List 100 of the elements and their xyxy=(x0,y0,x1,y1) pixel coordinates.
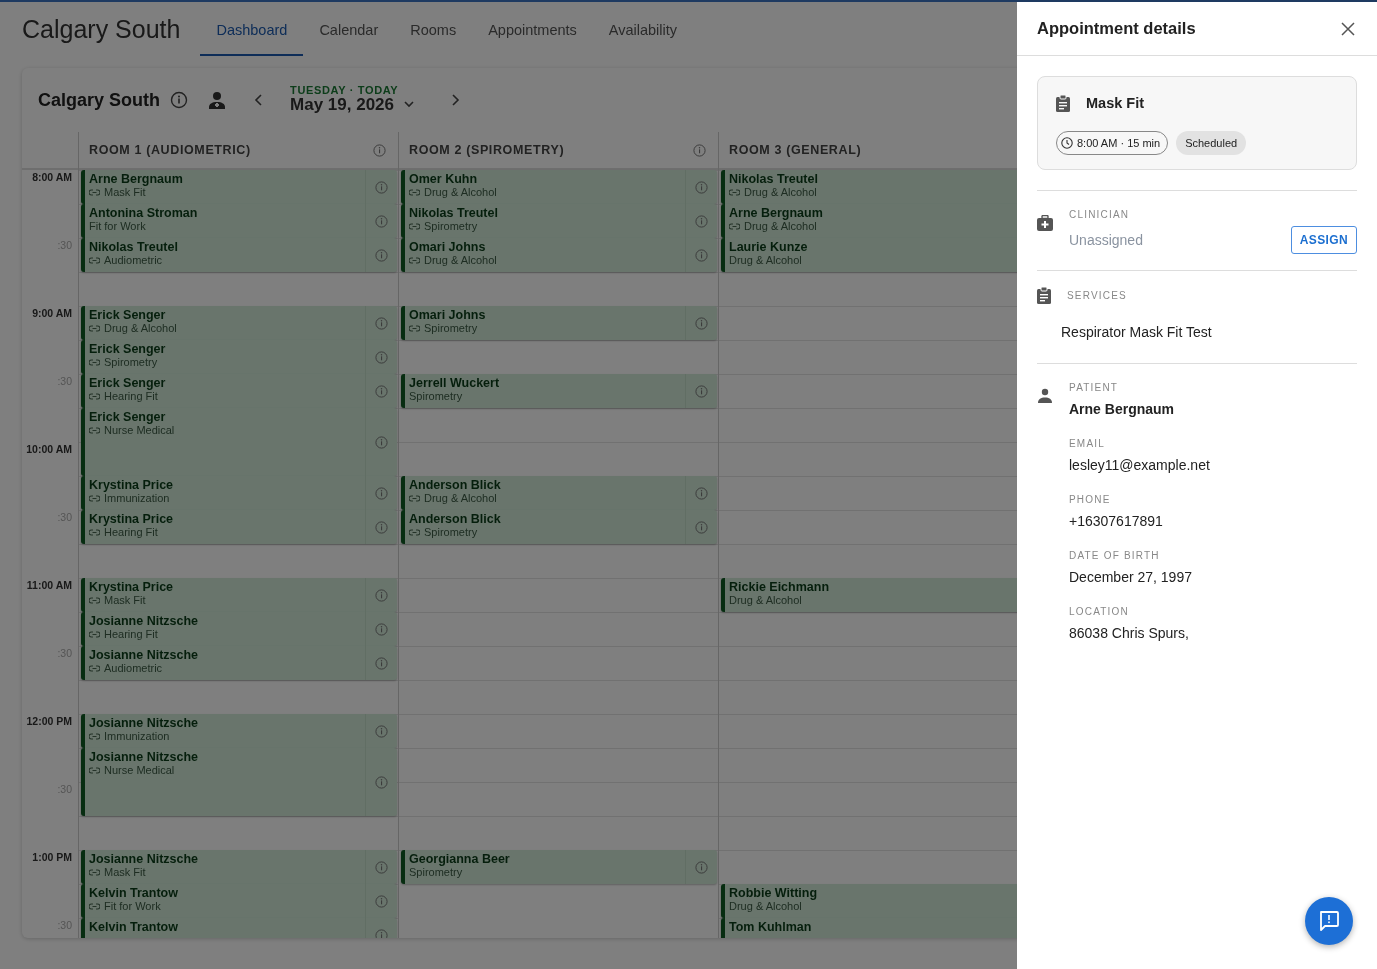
info-icon[interactable] xyxy=(691,141,708,159)
room-header: ROOM 2 (SPIROMETRY) xyxy=(409,141,565,159)
patient-name: Omari Johns xyxy=(409,307,487,322)
appointment-card[interactable]: Omari Johns Drug & Alcohol xyxy=(401,238,717,272)
patient-name: Erick Senger xyxy=(89,375,167,390)
info-icon[interactable] xyxy=(375,860,388,874)
appointment-card[interactable]: Erick Senger Drug & Alcohol xyxy=(81,306,397,340)
info-icon[interactable] xyxy=(695,520,708,534)
patient-name: Arne Bergnaum xyxy=(729,205,824,220)
service-name: Spirometry xyxy=(424,322,478,335)
service-title: Mask Fit xyxy=(1086,94,1144,113)
info-icon[interactable] xyxy=(695,214,708,228)
service-name: Fit for Work xyxy=(89,220,146,233)
info-icon[interactable] xyxy=(375,656,388,670)
field-label: DATE OF BIRTH xyxy=(1069,549,1161,564)
info-icon[interactable] xyxy=(375,588,388,602)
info-icon[interactable] xyxy=(375,248,388,262)
appointment-card[interactable]: Krystina Price Immunization xyxy=(81,476,397,510)
link-icon xyxy=(409,189,420,196)
info-icon[interactable] xyxy=(375,316,388,330)
appointment-card[interactable]: Georgianna Beer Spirometry xyxy=(401,850,717,884)
appointment-card[interactable]: Erick Senger Nurse Medical xyxy=(81,408,397,476)
info-icon[interactable] xyxy=(375,486,388,500)
link-icon xyxy=(89,257,100,264)
link-icon xyxy=(89,665,100,672)
appointment-card[interactable]: Arne Bergnaum Mask Fit xyxy=(81,170,397,204)
service-name: Immunization xyxy=(104,492,170,505)
info-icon[interactable] xyxy=(371,141,388,159)
room-header: ROOM 3 (GENERAL) xyxy=(729,141,862,159)
info-icon[interactable] xyxy=(695,248,708,262)
appointment-card[interactable]: Erick Senger Spirometry xyxy=(81,340,397,374)
appointment-card[interactable]: Omari Johns Spirometry xyxy=(401,306,717,340)
appointment-card[interactable]: Antonina Stroman Fit for Work xyxy=(81,204,397,238)
dropdown-icon[interactable] xyxy=(402,98,417,110)
panel-title: Appointment details xyxy=(1037,18,1196,40)
info-icon[interactable] xyxy=(695,486,708,500)
appointment-card[interactable]: Erick Senger Hearing Fit xyxy=(81,374,397,408)
appointment-card[interactable]: Krystina Price Mask Fit xyxy=(81,578,397,612)
appointment-card[interactable]: Nikolas Treutel Spirometry xyxy=(401,204,717,238)
appointment-card[interactable]: Kelvin Trantow xyxy=(81,918,397,938)
info-icon[interactable] xyxy=(375,350,388,364)
close-button[interactable] xyxy=(1339,19,1357,38)
info-icon[interactable] xyxy=(375,928,388,938)
info-icon[interactable] xyxy=(695,316,708,330)
info-icon[interactable] xyxy=(695,860,708,874)
nav-tab[interactable]: Appointments xyxy=(472,10,593,56)
time-label: 10:00 AM xyxy=(26,443,72,455)
info-icon[interactable] xyxy=(375,435,388,449)
field-label: PHONE xyxy=(1069,493,1112,508)
patient-name: Josianne Nitzsche xyxy=(89,851,200,866)
appointment-card[interactable]: Josianne Nitzsche Hearing Fit xyxy=(81,612,397,646)
info-icon[interactable] xyxy=(375,724,388,738)
link-icon xyxy=(89,631,100,638)
assign-button[interactable]: ASSIGN xyxy=(1290,226,1357,255)
patient-name: Krystina Price xyxy=(89,511,175,526)
time-label: 1:00 PM xyxy=(32,851,72,863)
service-name: Drug & Alcohol xyxy=(729,900,802,913)
info-icon[interactable] xyxy=(375,384,388,398)
nav-tab[interactable]: Availability xyxy=(592,10,694,56)
patient-name: Jerrell Wuckert xyxy=(409,375,501,390)
appointment-card[interactable]: Nikolas Treutel Audiometric xyxy=(81,238,397,272)
clipboard-icon xyxy=(1056,95,1070,113)
clinician-value: Unassigned xyxy=(1069,230,1143,250)
nav-tab[interactable]: Rooms xyxy=(394,10,473,56)
field-value: 86038 Chris Spurs, xyxy=(1069,624,1190,644)
service-name: Drug & Alcohol xyxy=(424,492,497,505)
info-icon[interactable] xyxy=(375,180,388,194)
appointment-card[interactable]: Krystina Price Hearing Fit xyxy=(81,510,397,544)
appointment-card[interactable]: Josianne Nitzsche Nurse Medical xyxy=(81,748,397,816)
service-name: Drug & Alcohol xyxy=(104,322,177,335)
appointment-card[interactable]: Anderson Blick Spirometry xyxy=(401,510,717,544)
info-icon[interactable] xyxy=(375,520,388,534)
patient-name: Tom Kuhlman xyxy=(729,919,813,934)
info-icon[interactable] xyxy=(695,180,708,194)
patient-name: Erick Senger xyxy=(89,409,167,424)
appointment-card[interactable]: Anderson Blick Drug & Alcohol xyxy=(401,476,717,510)
info-icon[interactable] xyxy=(375,214,388,228)
appointment-card[interactable]: Josianne Nitzsche Immunization xyxy=(81,714,397,748)
info-icon[interactable] xyxy=(695,384,708,398)
appointment-card[interactable]: Kelvin Trantow Fit for Work xyxy=(81,884,397,918)
patient-name: Laurie Kunze xyxy=(729,239,809,254)
service-name: Drug & Alcohol xyxy=(744,186,817,199)
field-label: LOCATION xyxy=(1069,605,1130,620)
patient-name: Robbie Witting xyxy=(729,885,819,900)
time-label: 8:00 AM xyxy=(32,171,72,183)
info-icon[interactable] xyxy=(375,894,388,908)
appointment-card[interactable]: Omer Kuhn Drug & Alcohol xyxy=(401,170,717,204)
patient-name: Erick Senger xyxy=(89,341,167,356)
patient-name: Omari Johns xyxy=(409,239,487,254)
person-icon xyxy=(1037,388,1053,405)
nav-tab[interactable]: Calendar xyxy=(303,10,395,56)
nav-tab[interactable]: Dashboard xyxy=(200,10,304,56)
appointment-card[interactable]: Jerrell Wuckert Spirometry xyxy=(401,374,717,408)
patient-name: Krystina Price xyxy=(89,579,175,594)
clipboard-icon xyxy=(1037,287,1051,305)
chat-icon xyxy=(1318,910,1340,932)
info-icon[interactable] xyxy=(375,622,388,636)
info-icon[interactable] xyxy=(375,775,388,789)
appointment-card[interactable]: Josianne Nitzsche Mask Fit xyxy=(81,850,397,884)
appointment-card[interactable]: Josianne Nitzsche Audiometric xyxy=(81,646,397,680)
